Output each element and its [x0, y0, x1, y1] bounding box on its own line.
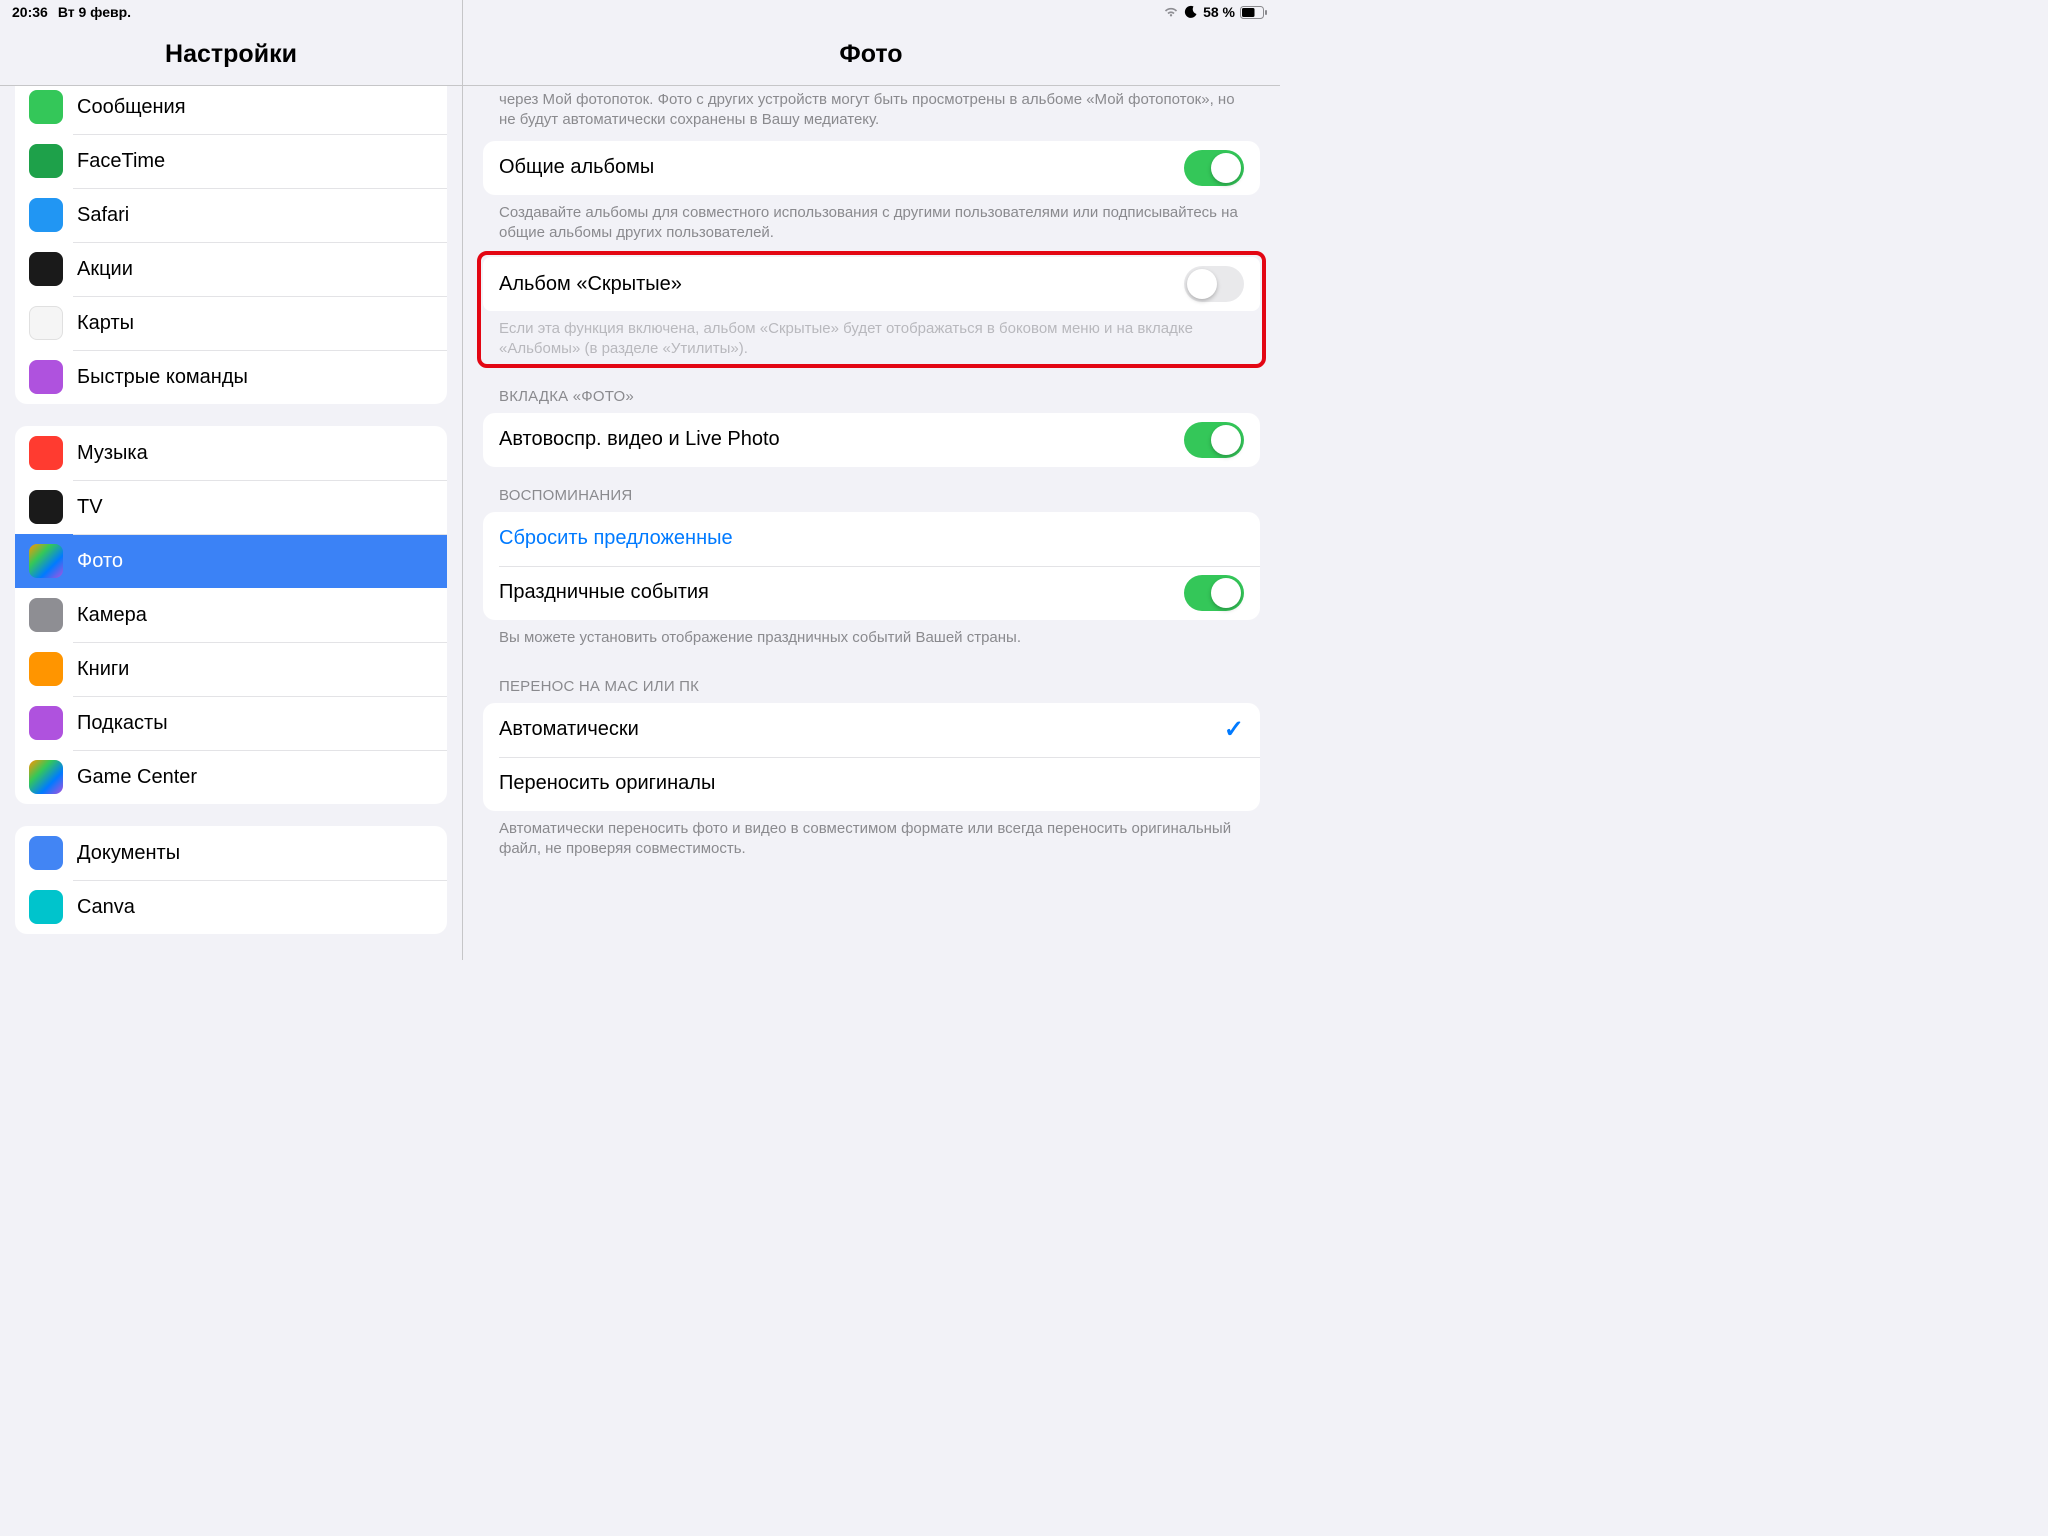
checkmark-icon: ✓ [1224, 715, 1244, 744]
docs-icon [29, 836, 63, 870]
settings-detail[interactable]: через Мой фотопоток. Фото с других устро… [463, 86, 1280, 960]
sidebar-item-canva[interactable]: Canva [15, 880, 447, 934]
autoplay-row[interactable]: Автовоспр. видео и Live Photo [483, 413, 1260, 467]
gamecenter-icon [29, 760, 63, 794]
transfer-originals-row[interactable]: Переносить оригиналы [483, 757, 1260, 811]
camera-icon [29, 598, 63, 632]
sidebar-item-messages[interactable]: Сообщения [15, 86, 447, 134]
transfer-card: Автоматически ✓ Переносить оригиналы [483, 703, 1260, 811]
autoplay-toggle[interactable] [1184, 422, 1244, 458]
photo-stream-footer: через Мой фотопоток. Фото с других устро… [483, 86, 1260, 141]
sidebar-item-podcasts[interactable]: Подкасты [15, 696, 447, 750]
messages-icon [29, 90, 63, 124]
sidebar-group: Музыка TV Фото Камера Книги Подкасты Game Cent… [15, 426, 447, 804]
sidebar-group: Сообщения FaceTime Safari Акции Карты Быстрые… [15, 86, 447, 404]
maps-icon [29, 306, 63, 340]
shared-albums-label: Общие альбомы [499, 156, 654, 179]
sidebar-item-label: FaceTime [77, 150, 165, 173]
photo-tab-card: Автовоспр. видео и Live Photo [483, 413, 1260, 467]
sidebar-item-tv[interactable]: TV [15, 480, 447, 534]
hidden-album-label: Альбом «Скрытые» [499, 273, 682, 296]
sidebar-item-label: Canva [77, 896, 135, 919]
hidden-album-row[interactable]: Альбом «Скрытые» [483, 257, 1260, 311]
sidebar-item-label: Быстрые команды [77, 366, 248, 389]
holidays-label: Праздничные события [499, 581, 709, 604]
sidebar-item-music[interactable]: Музыка [15, 426, 447, 480]
sidebar-title: Настройки [0, 24, 462, 86]
music-icon [29, 436, 63, 470]
detail-title: Фото [462, 24, 1280, 86]
sidebar-item-photos[interactable]: Фото [15, 534, 447, 588]
status-bar: 20:36 Вт 9 февр. 58 % [0, 0, 1280, 24]
sidebar-item-books[interactable]: Книги [15, 642, 447, 696]
hidden-album-card: Альбом «Скрытые» [483, 257, 1260, 311]
settings-sidebar[interactable]: Сообщения FaceTime Safari Акции Карты Быстрые… [0, 86, 462, 960]
sidebar-item-label: Safari [77, 204, 129, 227]
annotation-highlight: Альбом «Скрытые» Если эта функция включе… [477, 251, 1266, 368]
transfer-footer: Автоматически переносить фото и видео в … [483, 811, 1260, 870]
shortcuts-icon [29, 360, 63, 394]
podcasts-icon [29, 706, 63, 740]
transfer-auto-label: Автоматически [499, 718, 639, 741]
sidebar-item-label: Сообщения [77, 96, 186, 119]
photo-tab-header: ВКЛАДКА «ФОТО» [483, 368, 1260, 413]
sidebar-item-label: Подкасты [77, 712, 168, 735]
sidebar-item-label: Камера [77, 604, 147, 627]
shared-albums-card: Общие альбомы [483, 141, 1260, 195]
safari-icon [29, 198, 63, 232]
sidebar-item-safari[interactable]: Safari [15, 188, 447, 242]
battery-icon [1240, 6, 1268, 19]
sidebar-item-label: Акции [77, 258, 133, 281]
hidden-album-footer: Если эта функция включена, альбом «Скрыт… [483, 311, 1260, 364]
holidays-toggle[interactable] [1184, 575, 1244, 611]
sidebar-group: Документы Canva [15, 826, 447, 934]
facetime-icon [29, 144, 63, 178]
sidebar-item-label: Фото [77, 550, 123, 573]
reset-suggested-row[interactable]: Сбросить предложенные [483, 512, 1260, 566]
sidebar-item-camera[interactable]: Камера [15, 588, 447, 642]
status-battery-percent: 58 % [1203, 4, 1235, 20]
canva-icon [29, 890, 63, 924]
stocks-icon [29, 252, 63, 286]
sidebar-item-label: Game Center [77, 766, 197, 789]
sidebar-item-label: Книги [77, 658, 129, 681]
sidebar-item-label: Карты [77, 312, 134, 335]
transfer-header: ПЕРЕНОС НА MAC ИЛИ ПК [483, 658, 1260, 703]
books-icon [29, 652, 63, 686]
wifi-icon [1163, 6, 1179, 18]
shared-albums-footer: Создавайте альбомы для совместного испол… [483, 195, 1260, 254]
sidebar-item-label: TV [77, 496, 103, 519]
memories-footer: Вы можете установить отображение праздни… [483, 620, 1260, 658]
memories-header: ВОСПОМИНАНИЯ [483, 467, 1260, 512]
shared-albums-toggle[interactable] [1184, 150, 1244, 186]
transfer-originals-label: Переносить оригиналы [499, 772, 715, 795]
sidebar-item-docs[interactable]: Документы [15, 826, 447, 880]
sidebar-item-stocks[interactable]: Акции [15, 242, 447, 296]
sidebar-item-gamecenter[interactable]: Game Center [15, 750, 447, 804]
sidebar-item-label: Документы [77, 842, 180, 865]
sidebar-item-maps[interactable]: Карты [15, 296, 447, 350]
status-date: Вт 9 февр. [58, 4, 131, 20]
sidebar-item-facetime[interactable]: FaceTime [15, 134, 447, 188]
sidebar-item-label: Музыка [77, 442, 148, 465]
shared-albums-row[interactable]: Общие альбомы [483, 141, 1260, 195]
transfer-auto-row[interactable]: Автоматически ✓ [483, 703, 1260, 757]
photos-icon [29, 544, 63, 578]
reset-suggested-label: Сбросить предложенные [499, 527, 733, 550]
autoplay-label: Автовоспр. видео и Live Photo [499, 428, 780, 451]
hidden-album-toggle[interactable] [1184, 266, 1244, 302]
holidays-row[interactable]: Праздничные события [483, 566, 1260, 620]
status-time: 20:36 [12, 4, 48, 20]
tv-icon [29, 490, 63, 524]
sidebar-item-shortcuts[interactable]: Быстрые команды [15, 350, 447, 404]
dnd-moon-icon [1184, 5, 1198, 19]
memories-card: Сбросить предложенные Праздничные событи… [483, 512, 1260, 620]
